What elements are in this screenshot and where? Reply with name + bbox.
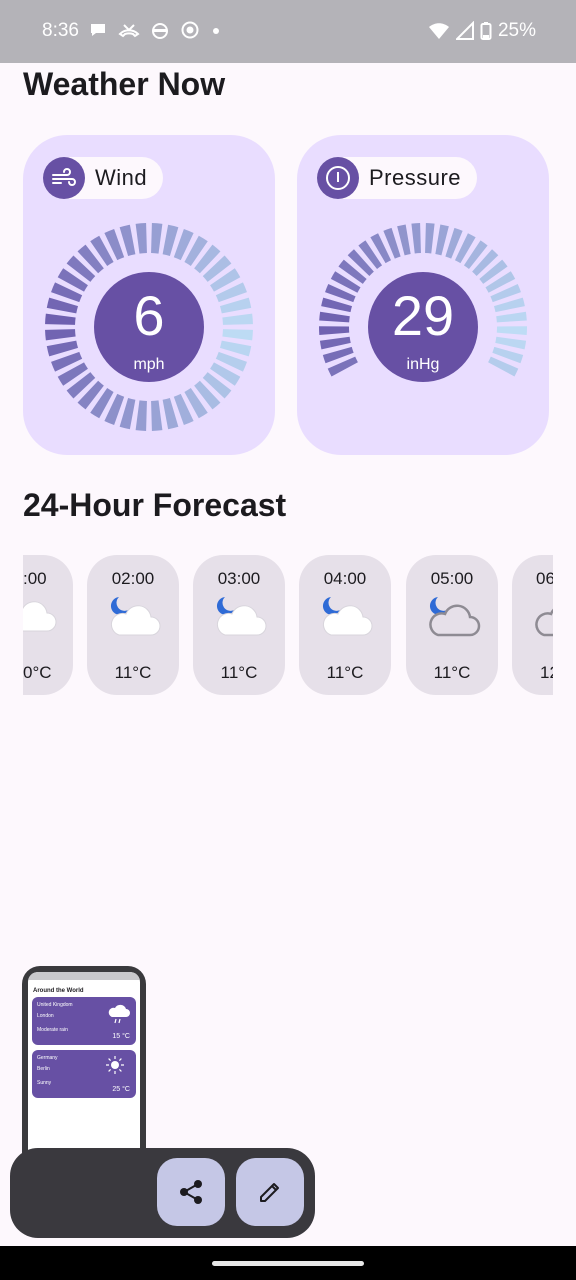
gauge-segment: [397, 224, 411, 256]
forecast-time: 04:00: [323, 569, 367, 588]
cloud-icon: [535, 608, 553, 637]
preview-condition: Moderate rain: [37, 1027, 68, 1033]
gauge-segment: [411, 223, 421, 254]
gauge-segment: [425, 223, 435, 254]
forecast-time: 02:00: [111, 569, 155, 588]
preview-card-uk: United Kingdom London Moderate rain 15 °…: [32, 997, 136, 1045]
status-bar: 8:36 25%: [0, 0, 576, 63]
battery-percent: 25%: [497, 20, 536, 41]
edit-icon: [260, 1183, 279, 1202]
preview-temp: 25 °C: [112, 1086, 130, 1093]
wind-value: 6: [133, 284, 164, 347]
gauge-segment: [135, 400, 147, 431]
forecast-hour-card[interactable]: 03:00 11°C: [193, 555, 285, 695]
gauge-segment: [496, 311, 527, 323]
sun-icon: [106, 1056, 124, 1074]
forecast-temp: 11°C: [114, 663, 152, 682]
partly-cloudy-night-icon: [429, 597, 481, 637]
preview-city: Berlin: [37, 1066, 50, 1072]
gauge-segment: [495, 336, 527, 350]
forecast-hour-card[interactable]: 05:00 11°C: [406, 555, 498, 695]
preview-country: United Kingdom: [37, 1002, 73, 1008]
gauge-segment: [151, 223, 163, 254]
missed-call-icon: [118, 24, 140, 38]
navigation-bar: [0, 1246, 576, 1280]
screenshot-toolbar: [10, 1148, 315, 1238]
home-handle[interactable]: [212, 1261, 364, 1266]
forecast-temp: 12: [540, 663, 553, 682]
screen-record-icon: [181, 21, 199, 39]
pressure-value: 29: [392, 284, 454, 347]
dot-icon: [213, 28, 219, 34]
pressure-unit: inHg: [407, 356, 440, 373]
wifi-icon: [428, 23, 449, 39]
gauge-segment: [135, 223, 147, 254]
preview-temp: 15 °C: [112, 1033, 130, 1040]
android-face-icon: [152, 23, 168, 39]
preview-country: Germany: [37, 1055, 58, 1061]
chat-bubble-icon: [91, 24, 105, 36]
gauge-segment: [222, 329, 253, 341]
pressure-gauge: 29 inHg: [319, 223, 527, 382]
status-time: 8:36: [42, 20, 79, 41]
partly-cloudy-night-icon: [110, 597, 161, 636]
share-icon: [180, 1180, 202, 1204]
preview-condition: Sunny: [37, 1080, 52, 1086]
share-button[interactable]: [157, 1158, 225, 1226]
forecast-hour-card[interactable]: :00 0°C: [23, 555, 73, 695]
battery-icon: [480, 22, 492, 40]
preview-city: London: [37, 1013, 54, 1019]
preview-statusbar: [28, 972, 140, 980]
forecast-temp: 11°C: [433, 663, 471, 682]
gauge-segment: [319, 326, 350, 335]
forecast-time: :00: [23, 569, 47, 588]
forecast-temp: 11°C: [326, 663, 364, 682]
partly-cloudy-night-icon: [216, 597, 267, 636]
gauge-segment: [496, 326, 527, 335]
forecast-time: 05:00: [430, 569, 474, 588]
signal-icon: [455, 21, 474, 40]
forecast-temp: 0°C: [23, 663, 52, 682]
wind-card[interactable]: Wind 6 mph: [23, 135, 275, 455]
gauge-segment: [45, 329, 76, 341]
wind-unit: mph: [133, 356, 164, 373]
preview-title: Around the World: [33, 988, 84, 994]
forecast-hour-card[interactable]: 04:00 11°C: [299, 555, 391, 695]
partly-cloudy-night-icon: [322, 597, 373, 636]
cloud-icon: [23, 601, 57, 632]
edit-button[interactable]: [236, 1158, 304, 1226]
forecast-title: 24-Hour Forecast: [23, 487, 287, 523]
forecast-hour-card[interactable]: 02:00 11°C: [87, 555, 179, 695]
forecast-hour-card[interactable]: 06 12: [512, 555, 553, 695]
forecast-temp: 11°C: [220, 663, 258, 682]
gauge-segment: [435, 224, 449, 256]
forecast-strip[interactable]: :00 0°C 02:00 11°C 03:00 11°C 04:00 11°C…: [23, 555, 553, 695]
preview-card-germany: Germany Berlin Sunny 25 °C: [32, 1050, 136, 1098]
wind-gauge: 6 mph: [45, 223, 253, 431]
weather-now-title: Weather Now: [23, 66, 226, 102]
gauge-segment: [319, 336, 351, 350]
forecast-time: 06: [536, 569, 553, 588]
gauge-segment: [222, 313, 253, 325]
gauge-segment: [319, 311, 350, 323]
gauge-segment: [151, 400, 163, 431]
gauge-segment: [45, 313, 76, 325]
rain-cloud-icon: [108, 1004, 130, 1024]
forecast-time: 03:00: [217, 569, 261, 588]
pressure-card[interactable]: Pressure 29 inHg: [297, 135, 549, 455]
